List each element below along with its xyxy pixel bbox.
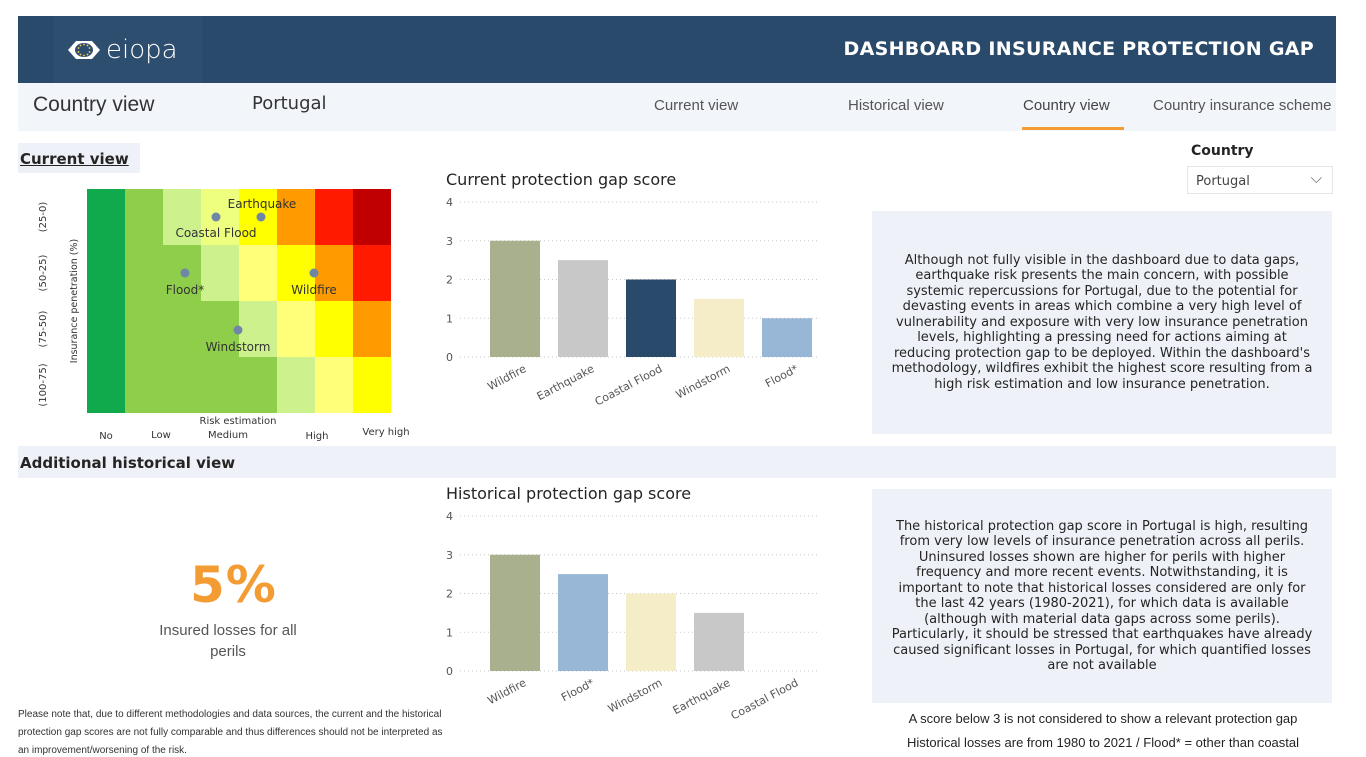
peril-label: Coastal Flood	[175, 226, 256, 240]
bar-windstorm[interactable]	[626, 593, 676, 672]
country-dropdown[interactable]: Portugal ⌵	[1187, 166, 1333, 194]
methodology-footnote: Please note that, due to different metho…	[18, 709, 443, 756]
nav-bar: Country view Portugal Current view Histo…	[18, 83, 1336, 131]
heatmap-cells	[87, 189, 391, 413]
chevron-down-icon: ⌵	[1310, 169, 1322, 187]
bar-windstorm[interactable]	[694, 298, 744, 357]
y-tick-label: 0	[446, 665, 453, 678]
country-filter-label: Country	[1191, 143, 1254, 159]
y-tick-label: 0	[446, 351, 453, 364]
x-category-label: Coastal Flood	[593, 362, 665, 408]
bar-flood-[interactable]	[558, 574, 608, 671]
y-tick-label: 3	[446, 549, 453, 562]
x-category-label: Windstorm	[606, 676, 665, 715]
heatmap-xtick: Medium	[208, 430, 248, 441]
y-tick-label: 3	[446, 235, 453, 248]
y-tick-label: 4	[446, 510, 453, 523]
eu-stars-icon	[68, 40, 100, 59]
peril-point-windstorm[interactable]	[233, 325, 243, 335]
y-tick-label: 1	[446, 312, 453, 325]
logo-text: eiopa	[106, 34, 178, 65]
x-category-label: Wildfire	[485, 676, 528, 707]
heatmap-ytick: (25-0)	[38, 202, 49, 233]
heatmap-ylabel: Insurance penetration (%)	[69, 239, 80, 363]
page-title: Country view	[33, 93, 155, 116]
x-category-label: Windstorm	[674, 362, 733, 401]
current-view-heading[interactable]: Current view	[20, 150, 129, 168]
y-tick-label: 2	[446, 274, 453, 287]
peril-point-flood[interactable]	[180, 268, 190, 278]
bar-wildfire[interactable]	[490, 554, 540, 671]
current-summary-box: Although not fully visible in the dashbo…	[872, 211, 1332, 434]
heatmap-ytick: (75-50)	[38, 310, 49, 347]
x-category-label: Wildfire	[485, 362, 528, 393]
tab-current-view[interactable]: Current view	[654, 97, 738, 114]
historical-gap-bar-chart: 0 1 2 3 4 Wildfire Flood* Windstorm EarthquakeCo…	[446, 510, 820, 723]
selected-country-title: Portugal	[252, 93, 327, 114]
risk-heatmap: (25-0) (50-25) (75-50) (100-75) Insuranc…	[38, 189, 410, 442]
historical-chart-title: Historical protection gap score	[446, 484, 692, 503]
peril-label: Windstorm	[206, 340, 271, 354]
eiopa-logo[interactable]: eiopa	[54, 16, 202, 83]
heatmap-xtick: No	[99, 431, 113, 442]
peril-label: Flood*	[166, 283, 205, 297]
bar-flood-[interactable]	[762, 318, 812, 357]
bar-wildfire[interactable]	[490, 240, 540, 357]
peril-point-wildfire[interactable]	[309, 268, 319, 278]
y-tick-label: 4	[446, 196, 453, 209]
heatmap-xtick: Very high	[362, 427, 409, 438]
score-note: A score below 3 is not considered to sho…	[908, 711, 1298, 726]
tab-country-view[interactable]: Country view	[1023, 97, 1110, 114]
y-tick-label: 2	[446, 588, 453, 601]
heatmap-ytick: (100-75)	[38, 363, 49, 406]
insured-losses-label: Insured losses for all perils	[159, 622, 297, 660]
dashboard-title: DASHBOARD INSURANCE PROTECTION GAP	[843, 38, 1314, 60]
tab-historical-view[interactable]: Historical view	[848, 97, 944, 114]
bar-coastal-flood[interactable]	[626, 279, 676, 358]
peril-label: Wildfire	[291, 283, 337, 297]
heatmap-xlabel: Risk estimation	[200, 416, 277, 427]
country-dropdown-value: Portugal	[1196, 174, 1250, 189]
peril-label: Earthquake	[228, 197, 297, 211]
bar-earthquake[interactable]	[694, 612, 744, 671]
peril-point-earthquake[interactable]	[256, 212, 266, 222]
x-category-label: Flood*	[559, 676, 597, 704]
heatmap-xtick: High	[306, 431, 329, 442]
historical-heading: Additional historical view	[20, 454, 236, 472]
losses-note: Historical losses are from 1980 to 2021 …	[906, 735, 1300, 750]
x-category-label: Earthquake	[535, 362, 597, 403]
peril-point-coastal-flood[interactable]	[211, 212, 221, 222]
current-gap-bar-chart: 0 1 2 3 4 Wildfire EarthquakeCoastal Flood Wind…	[446, 196, 820, 409]
active-tab-indicator	[1022, 127, 1124, 130]
x-category-label: Flood*	[763, 362, 801, 390]
tab-country-insurance-scheme[interactable]: Country insurance scheme	[1153, 97, 1331, 114]
x-category-label: Coastal Flood	[729, 676, 801, 722]
x-category-label: Earthquake	[671, 676, 733, 717]
historical-summary-box: The historical protection gap score in P…	[872, 489, 1332, 703]
current-summary-text: Although not fully visible in the dashbo…	[891, 252, 1313, 392]
heatmap-ytick: (50-25)	[38, 254, 49, 291]
app-header: eiopa DASHBOARD INSURANCE PROTECTION GAP	[18, 16, 1336, 83]
y-tick-label: 1	[446, 626, 453, 639]
insured-losses-value: 5%	[190, 556, 277, 614]
historical-summary-text: The historical protection gap score in P…	[891, 518, 1313, 674]
current-chart-title: Current protection gap score	[446, 170, 677, 189]
heatmap-xtick: Low	[151, 430, 171, 441]
bar-earthquake[interactable]	[558, 260, 608, 357]
